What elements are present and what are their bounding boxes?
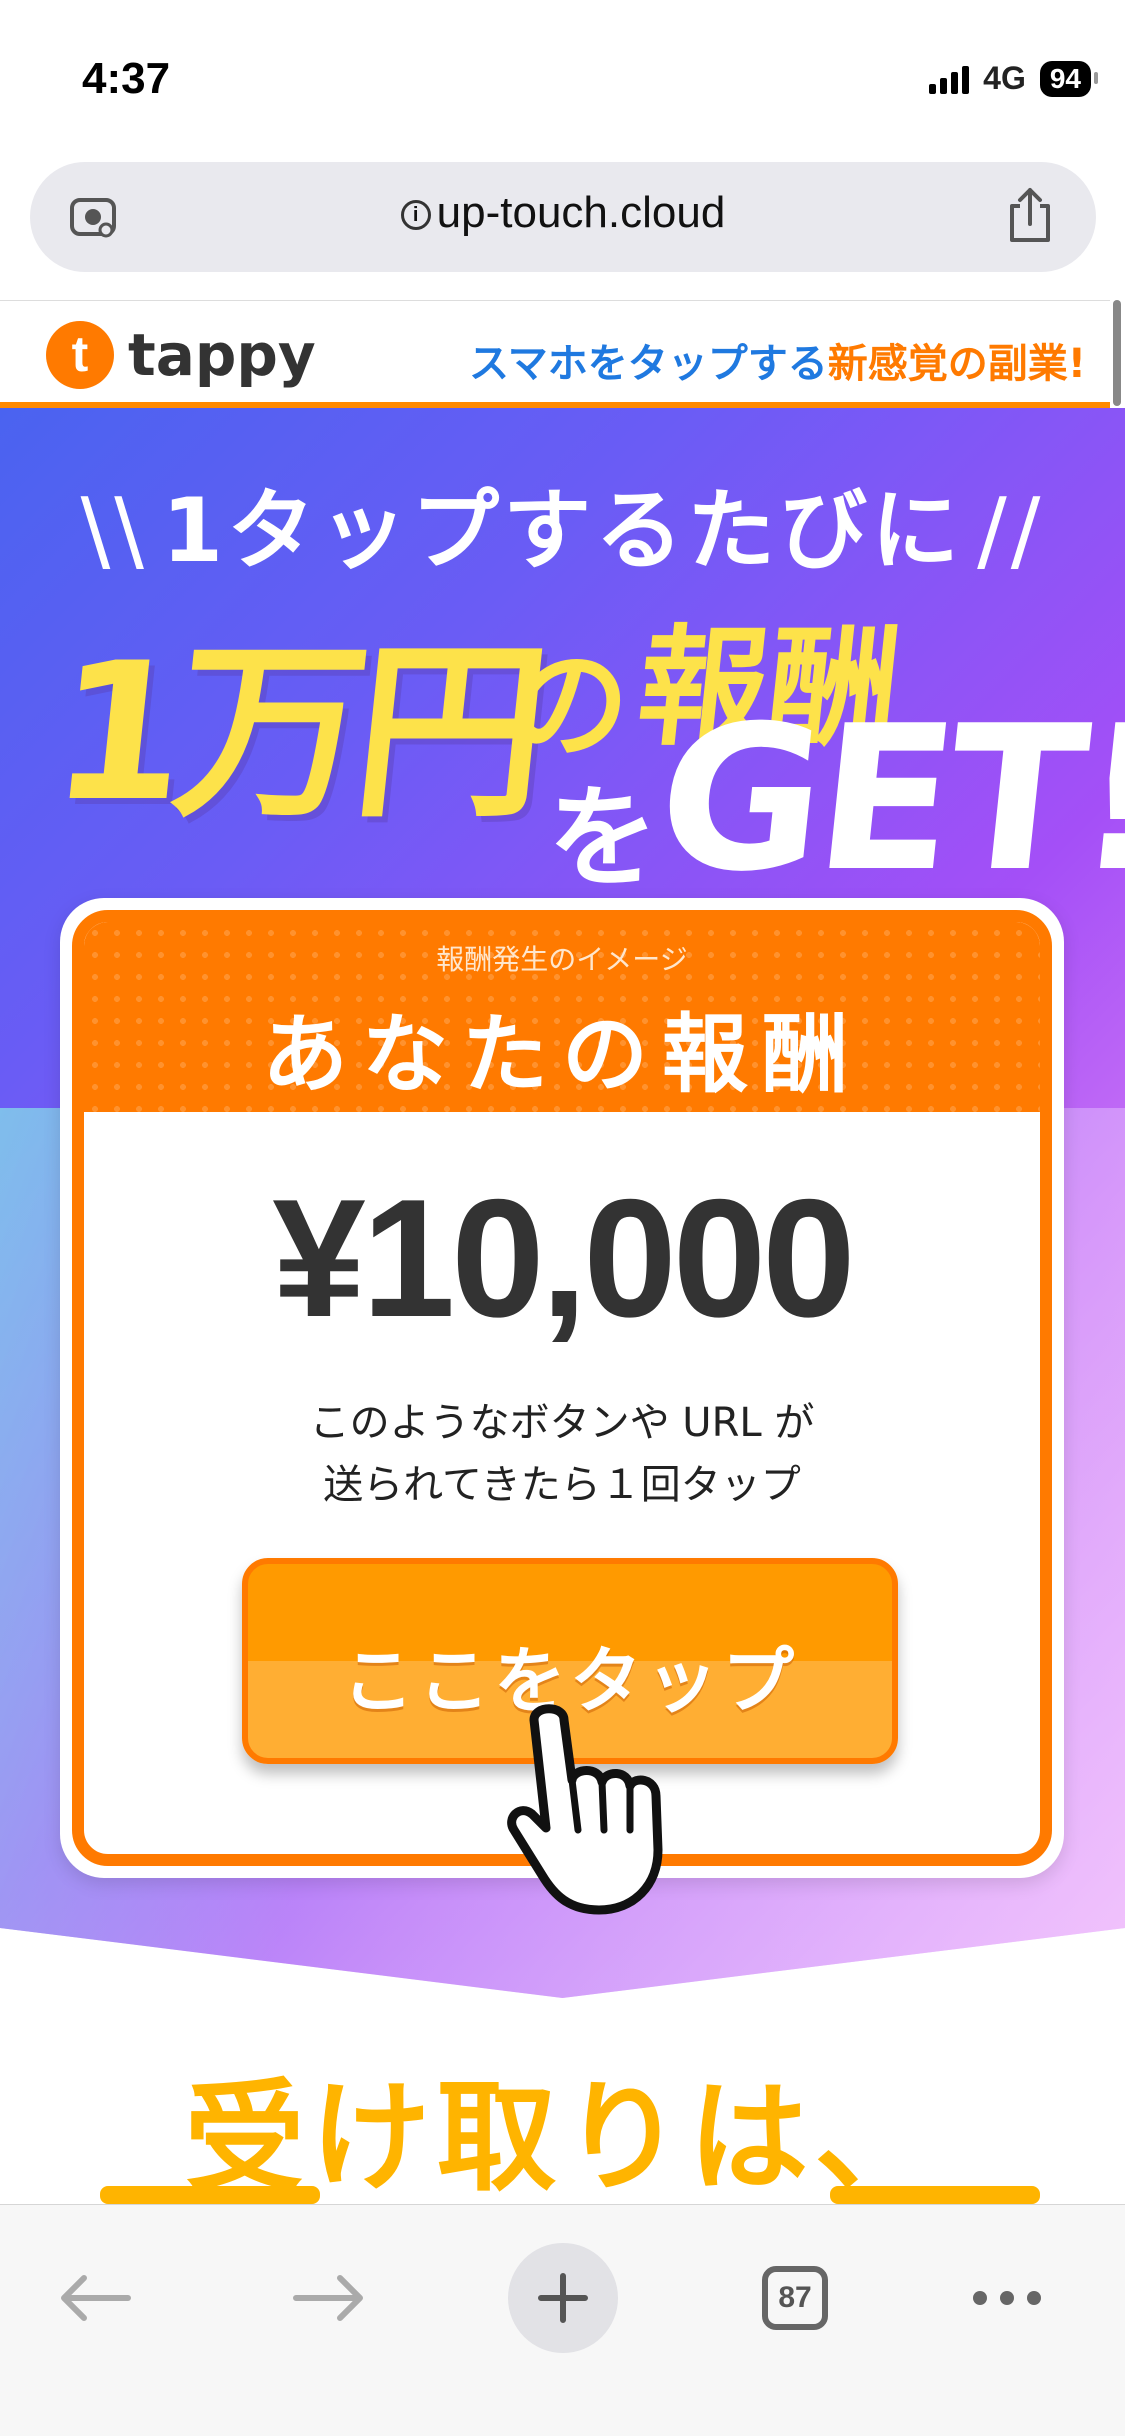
- description-line2: 送られてきたら１回タップ: [323, 1462, 801, 1508]
- hero-line1-text: 1タップするたびに: [161, 479, 964, 582]
- status-time: 4:37: [82, 54, 171, 103]
- highlight-strip: [830, 2186, 1040, 2204]
- back-button[interactable]: [40, 2243, 150, 2353]
- logo-text: tappy: [128, 321, 316, 389]
- new-tab-button[interactable]: [508, 2243, 618, 2353]
- reward-description: このようなボタンや URL が 送られてきたら１回タップ: [84, 1392, 1040, 1516]
- tagline-part1: スマホをタップする: [468, 341, 828, 387]
- hero-wo: を: [548, 774, 658, 902]
- forward-button[interactable]: [274, 2243, 384, 2353]
- browser-toolbar: 87: [0, 2204, 1125, 2436]
- logo-badge-icon: t: [46, 321, 114, 389]
- tab-count: 87: [762, 2266, 828, 2330]
- arrow-right-icon: [293, 2275, 363, 2321]
- hero-big-amount: 1万円: [42, 622, 549, 843]
- description-line1: このようなボタンや URL が: [309, 1400, 815, 1446]
- share-icon[interactable]: [1002, 186, 1058, 246]
- site-header: t tappy スマホをタップする新感覚の副業!: [0, 300, 1110, 408]
- site-logo[interactable]: t tappy: [46, 321, 316, 389]
- slash-decoration-icon: //: [977, 479, 1045, 582]
- info-icon: i: [400, 200, 431, 230]
- reward-card-header: 報酬発生のイメージ あなたの報酬: [84, 922, 1040, 1112]
- hero-get: GET!?: [647, 683, 1125, 916]
- plus-icon: [538, 2273, 588, 2323]
- tagline-part2: 新感覚の副業!: [827, 341, 1086, 387]
- more-dots-icon: [973, 2291, 1041, 2305]
- tagline: スマホをタップする新感覚の副業!: [469, 331, 1086, 389]
- url-display[interactable]: i up-touch.cloud: [30, 188, 1096, 238]
- arrow-left-icon: [61, 2275, 131, 2321]
- address-bar[interactable]: i up-touch.cloud: [30, 162, 1096, 272]
- signal-icon: [929, 64, 970, 94]
- hero-line1: \\ 1タップするたびに//: [0, 460, 1125, 587]
- battery-indicator: 94: [1039, 60, 1099, 97]
- status-indicators: 4G 94: [929, 60, 1099, 97]
- reward-amount: ¥10,000: [272, 1164, 855, 1352]
- highlight-strip: [100, 2186, 320, 2204]
- slash-decoration-icon: \\: [80, 479, 148, 582]
- scrollbar-thumb[interactable]: [1113, 300, 1121, 406]
- reward-card-title: あなたの報酬: [262, 1005, 862, 1105]
- tabs-button[interactable]: 87: [740, 2243, 850, 2353]
- more-menu-button[interactable]: [952, 2243, 1062, 2353]
- network-type: 4G: [983, 60, 1026, 96]
- reward-card-subtitle: 報酬発生のイメージ: [436, 943, 688, 976]
- pointing-hand-icon: [507, 1704, 663, 1915]
- status-bar: 4:37 4G 94: [0, 0, 1125, 150]
- url-text: up-touch.cloud: [436, 188, 726, 237]
